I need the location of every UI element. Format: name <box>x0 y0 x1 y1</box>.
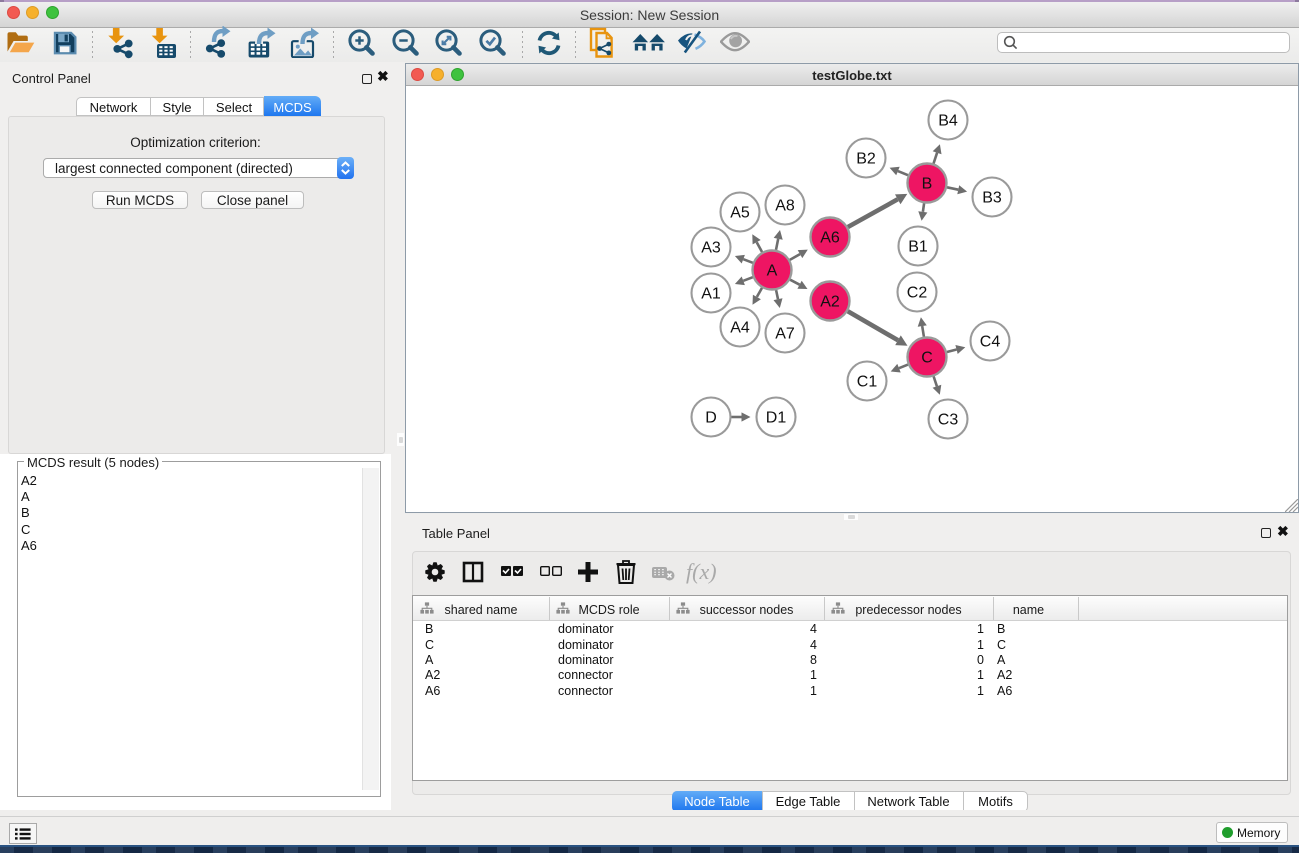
svg-text:A8: A8 <box>775 198 795 215</box>
svg-text:A1: A1 <box>701 286 721 303</box>
svg-text:C: C <box>921 350 933 367</box>
svg-text:D: D <box>705 410 717 427</box>
svg-text:A3: A3 <box>701 240 721 257</box>
svg-text:C1: C1 <box>857 374 878 391</box>
svg-text:B3: B3 <box>982 190 1002 207</box>
svg-text:B: B <box>922 176 933 193</box>
svg-text:A: A <box>767 263 778 280</box>
svg-text:A4: A4 <box>730 320 750 337</box>
svg-text:A5: A5 <box>730 205 750 222</box>
svg-text:C4: C4 <box>980 334 1001 351</box>
svg-text:C2: C2 <box>907 285 928 302</box>
svg-text:A2: A2 <box>820 294 840 311</box>
svg-text:B1: B1 <box>908 239 928 256</box>
svg-text:D1: D1 <box>766 410 787 427</box>
svg-text:C3: C3 <box>938 412 959 429</box>
svg-text:A6: A6 <box>820 230 840 247</box>
svg-text:B4: B4 <box>938 113 958 130</box>
svg-text:A7: A7 <box>775 326 795 343</box>
svg-text:B2: B2 <box>856 151 876 168</box>
